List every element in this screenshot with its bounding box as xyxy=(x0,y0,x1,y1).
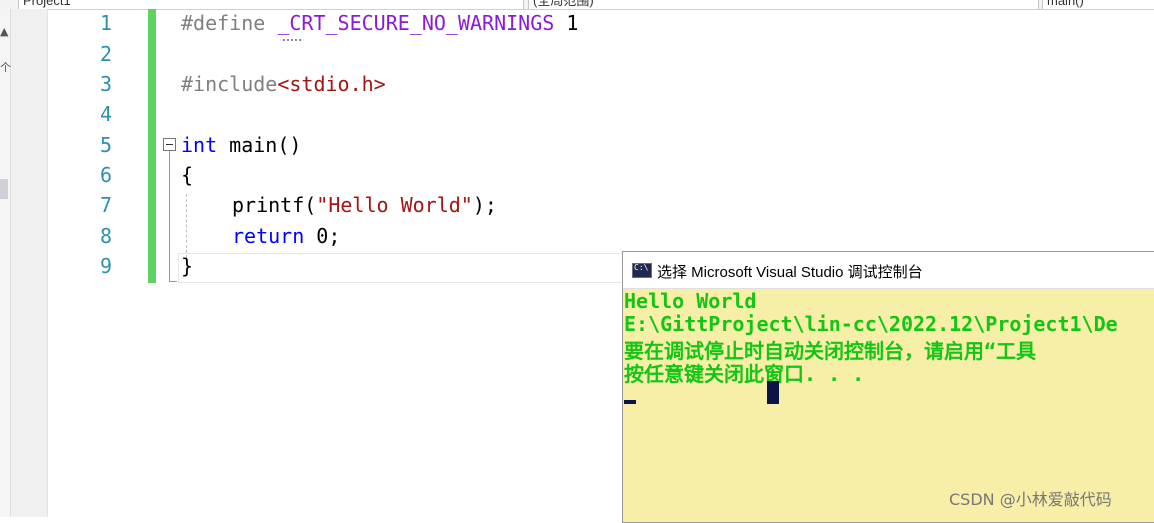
navigation-bar: Project1 (全局范围) main() xyxy=(0,0,1154,10)
code-line-8[interactable]: return 0; xyxy=(232,224,340,248)
code-line-5[interactable]: int main() xyxy=(181,133,301,157)
strip-marker xyxy=(0,179,8,199)
preprocessor-directive: #define xyxy=(181,11,278,35)
watermark: CSDN @小林爱敲代码 xyxy=(949,490,1112,509)
line-number: 1 xyxy=(99,11,112,35)
console-line: Hello World xyxy=(624,289,757,313)
console-block-cursor xyxy=(767,381,779,404)
code-line-3[interactable]: #include<stdio.h> xyxy=(181,72,386,96)
debug-console-window[interactable]: 选择 Microsoft Visual Studio 调试控制台 Hello W… xyxy=(622,251,1154,523)
code-line-1[interactable]: #define _CRT_SECURE_NO_WARNINGS 1 xyxy=(181,11,578,35)
indicator-margin xyxy=(11,9,48,517)
macro-name: _CRT_SECURE_NO_WARNINGS xyxy=(277,11,555,35)
console-cursor xyxy=(624,400,636,404)
collapse-toggle[interactable] xyxy=(163,138,176,151)
string-literal: "Hello World" xyxy=(316,193,473,217)
current-line-highlight xyxy=(178,253,650,283)
project-dropdown[interactable]: Project1 xyxy=(18,0,524,9)
line-number: 8 xyxy=(99,224,112,248)
scope-dropdown[interactable]: (全局范围) xyxy=(528,0,1039,9)
code-line-7[interactable]: printf("Hello World"); xyxy=(232,193,497,217)
strip-glyph-top[interactable]: ▲ xyxy=(0,25,8,38)
line-number: 7 xyxy=(99,193,112,217)
strip-glyph-mid[interactable]: 个 xyxy=(0,59,11,75)
console-line: E:\GittProject\lin-cc\2022.12\Project1\D… xyxy=(624,312,1118,336)
preprocessor-directive: #include xyxy=(181,72,278,96)
function-signature: main() xyxy=(217,133,302,157)
left-tool-strip: ▲ 个 xyxy=(0,9,11,517)
macro-value: 1 xyxy=(554,11,579,35)
include-header: <stdio.h> xyxy=(277,72,386,96)
close-brace: } xyxy=(181,254,194,278)
console-icon xyxy=(632,263,652,278)
code-line-6[interactable]: { xyxy=(181,163,193,187)
console-title-bar[interactable]: 选择 Microsoft Visual Studio 调试控制台 xyxy=(623,252,1154,289)
member-label: main() xyxy=(1047,0,1084,8)
project-label: Project1 xyxy=(23,0,71,8)
number-literal: 0 xyxy=(316,224,329,248)
member-dropdown[interactable]: main() xyxy=(1042,0,1154,9)
console-line: 按任意键关闭此窗口. . . xyxy=(624,362,865,386)
line-number: 4 xyxy=(99,102,112,126)
change-tracking-bar xyxy=(148,9,156,283)
return-keyword: return xyxy=(232,224,305,248)
console-output[interactable]: Hello World E:\GittProject\lin-cc\2022.1… xyxy=(623,289,1154,522)
function-call: printf xyxy=(232,193,305,217)
outline-end xyxy=(169,281,177,282)
statement-end: ; xyxy=(328,224,341,248)
line-number: 3 xyxy=(99,72,112,96)
code-line-9[interactable]: } xyxy=(181,254,193,278)
indent-guide xyxy=(186,194,187,258)
outline-line xyxy=(169,151,170,282)
paren-open: ( xyxy=(304,193,317,217)
console-title: 选择 Microsoft Visual Studio 调试控制台 xyxy=(657,264,923,281)
type-keyword: int xyxy=(181,133,218,157)
suggestion-squiggle[interactable] xyxy=(283,36,301,41)
scope-label: (全局范围) xyxy=(533,0,594,8)
call-end: ); xyxy=(472,193,497,217)
line-number: 6 xyxy=(99,163,112,187)
line-number: 2 xyxy=(99,42,112,66)
line-number: 5 xyxy=(99,133,112,157)
open-brace: { xyxy=(181,163,194,187)
line-number: 9 xyxy=(99,254,112,278)
